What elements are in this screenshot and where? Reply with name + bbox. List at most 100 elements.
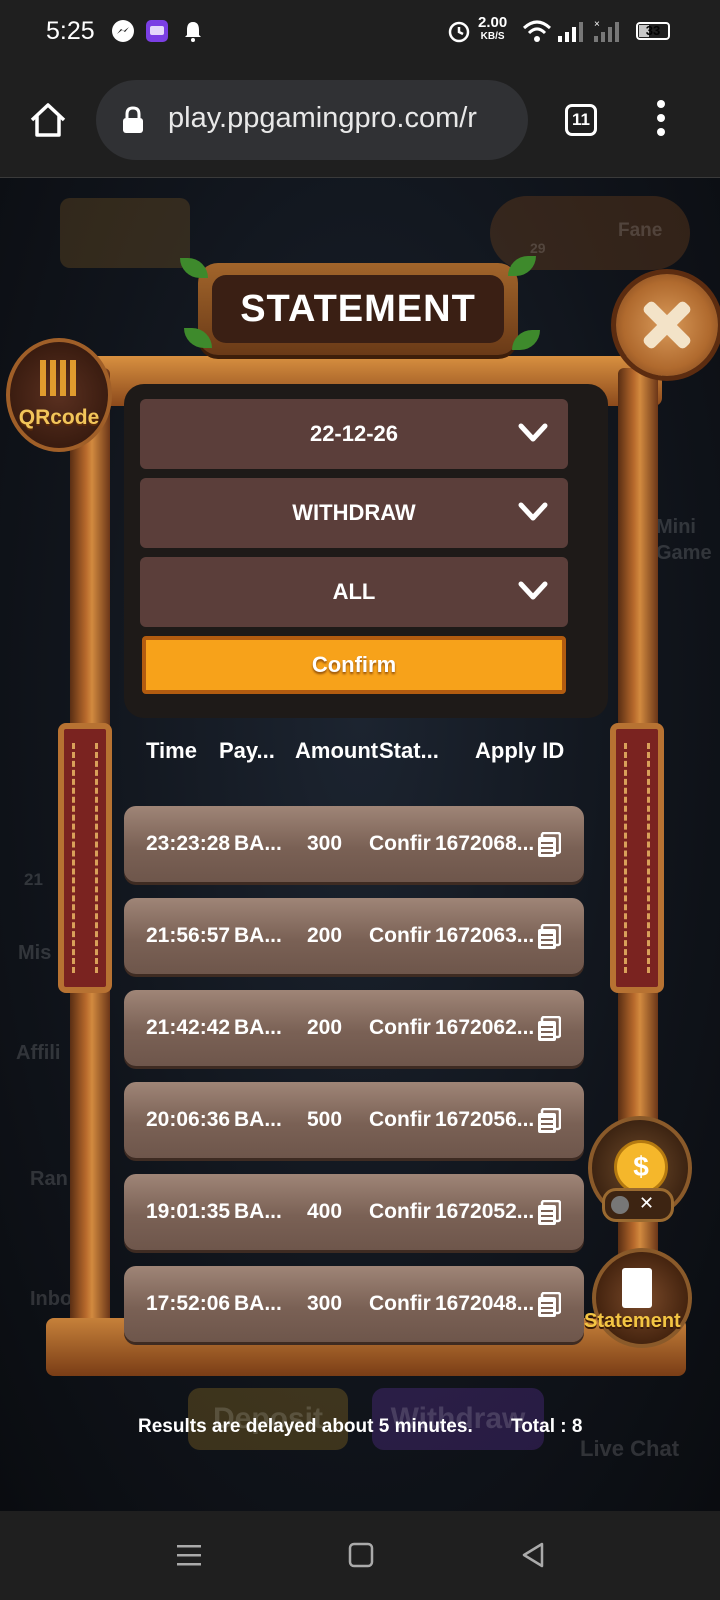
side-label-2: Ran	[30, 1168, 68, 1190]
side-label-3: Inbo	[30, 1288, 73, 1310]
row-pay: BA...	[234, 832, 282, 855]
row-status: Confir	[369, 1108, 431, 1131]
logo-bg	[60, 198, 190, 268]
document-icon	[622, 1268, 652, 1308]
row-time: 21:42:42	[146, 1016, 231, 1039]
row-pay: BA...	[234, 1200, 282, 1223]
row-pay: BA...	[234, 1292, 282, 1315]
toggle-knob	[611, 1196, 629, 1214]
row-apply-id: 1672068...	[435, 832, 535, 855]
row-status: Confir	[369, 1200, 431, 1223]
game-area: Fane 29 Mini Game 21 Mis Affili Ran Inbo…	[0, 178, 720, 1511]
row-amount: 200	[307, 924, 343, 947]
right-banner	[610, 723, 664, 993]
qrcode-button[interactable]: QRcode	[6, 338, 112, 452]
alarm-icon	[448, 21, 470, 43]
menu-icon[interactable]	[656, 100, 666, 140]
messenger-icon	[112, 20, 134, 42]
mini-game-label: Mini Game	[656, 516, 712, 564]
row-time: 23:23:28	[146, 832, 231, 855]
tab-switcher-button[interactable]: 11	[565, 104, 597, 136]
table-row[interactable]: 21:56:57 BA... 200 Confir 1672063...	[124, 898, 584, 974]
level-label: 29	[530, 240, 546, 256]
browser-toolbar: play.ppgamingpro.com/r 11	[0, 62, 720, 178]
chevron-down-icon	[518, 581, 548, 600]
status-dropdown-value: ALL	[332, 579, 376, 604]
battery-level: 33	[645, 23, 661, 38]
row-time: 19:01:35	[146, 1200, 231, 1223]
status-dropdown[interactable]: ALL	[140, 557, 568, 627]
confirm-button[interactable]: Confirm	[142, 636, 566, 694]
copy-icon[interactable]	[537, 832, 561, 858]
coin-toggle[interactable]: ✕	[602, 1188, 674, 1222]
date-dropdown[interactable]: 22-12-26	[140, 399, 568, 469]
column-header-status: Stat...	[379, 738, 439, 763]
type-dropdown[interactable]: WITHDRAW	[140, 478, 568, 548]
status-bar: 5:25 2.00 KB/S × 33	[0, 0, 720, 62]
row-status: Confir	[369, 924, 431, 947]
title-plaque: STATEMENT	[198, 263, 518, 355]
total-count: Total : 8	[511, 1416, 583, 1437]
row-time: 21:56:57	[146, 924, 231, 947]
row-pay: BA...	[234, 1108, 282, 1131]
table-row[interactable]: 17:52:06 BA... 300 Confir 1672048...	[124, 1266, 584, 1342]
copy-icon[interactable]	[537, 1016, 561, 1042]
system-nav-bar	[0, 1511, 720, 1600]
coin-icon: $	[614, 1140, 668, 1194]
badge-count: 21	[24, 870, 43, 889]
column-header-time: Time	[146, 738, 197, 763]
copy-icon[interactable]	[537, 924, 561, 950]
qrcode-icon	[40, 360, 76, 396]
table-row[interactable]: 20:06:36 BA... 500 Confir 1672056...	[124, 1082, 584, 1158]
row-apply-id: 1672052...	[435, 1200, 535, 1223]
speed-value: 2.00	[478, 14, 508, 31]
recent-apps-icon[interactable]	[174, 1541, 204, 1569]
column-header-apply-id: Apply ID	[475, 738, 565, 763]
type-dropdown-value: WITHDRAW	[292, 500, 416, 525]
close-button[interactable]	[616, 274, 718, 376]
side-label-0: Mis	[18, 942, 52, 964]
table-row[interactable]: 23:23:28 BA... 300 Confir 1672068...	[124, 806, 584, 882]
copy-icon[interactable]	[537, 1200, 561, 1226]
toggle-close-icon: ✕	[639, 1193, 655, 1213]
column-header-amount: Amount	[295, 738, 379, 763]
row-status: Confir	[369, 832, 431, 855]
speed-unit: KB/S	[480, 31, 505, 42]
network-speed: 2.00 KB/S	[478, 14, 508, 44]
delay-note: Results are delayed about 5 minutes.	[138, 1416, 473, 1437]
copy-icon[interactable]	[537, 1292, 561, 1318]
signal-2-icon: ×	[594, 19, 619, 42]
battery-icon: 33	[636, 22, 670, 40]
row-time: 20:06:36	[146, 1108, 231, 1131]
date-dropdown-value: 22-12-26	[309, 421, 399, 446]
back-icon[interactable]	[518, 1541, 548, 1569]
row-time: 17:52:06	[146, 1292, 231, 1315]
fame-label: Fane	[618, 220, 663, 241]
row-status: Confir	[369, 1292, 431, 1315]
row-amount: 400	[307, 1200, 343, 1223]
row-amount: 300	[307, 1292, 343, 1315]
app-notification-icon	[146, 20, 168, 42]
home-icon[interactable]	[28, 100, 68, 140]
side-label-1: Affili	[16, 1042, 61, 1064]
statement-label: Statement	[584, 1310, 681, 1332]
row-amount: 500	[307, 1108, 343, 1131]
chevron-down-icon	[518, 423, 548, 442]
svg-text:×: ×	[594, 19, 600, 30]
url-text[interactable]: play.ppgamingpro.com/r	[168, 102, 477, 135]
statement-button[interactable]: Statement	[584, 1248, 692, 1356]
row-apply-id: 1672056...	[435, 1108, 535, 1131]
qrcode-label: QRcode	[18, 406, 100, 429]
left-banner	[58, 723, 112, 993]
leaf-decoration	[180, 258, 208, 278]
row-pay: BA...	[234, 1016, 282, 1039]
table-row[interactable]: 21:42:42 BA... 200 Confir 1672062...	[124, 990, 584, 1066]
address-bar[interactable]: play.ppgamingpro.com/r	[96, 80, 528, 160]
home-nav-icon[interactable]	[346, 1541, 376, 1569]
dialog-title: STATEMENT	[212, 275, 504, 343]
wifi-icon	[522, 20, 552, 42]
copy-icon[interactable]	[537, 1108, 561, 1134]
chevron-down-icon	[518, 502, 548, 521]
table-row[interactable]: 19:01:35 BA... 400 Confir 1672052...	[124, 1174, 584, 1250]
column-header-pay: Pay...	[219, 738, 275, 763]
